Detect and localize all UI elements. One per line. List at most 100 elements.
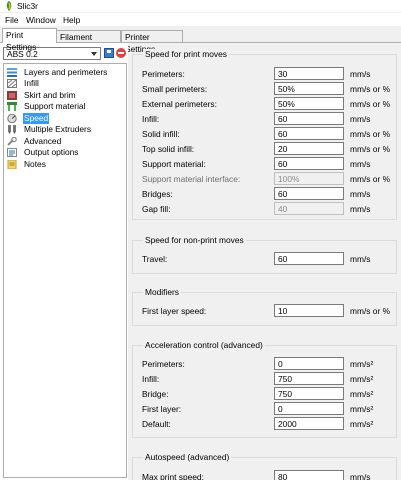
setting-row: Infill: mm/s² (133, 372, 396, 385)
default-acceleration-input[interactable] (274, 417, 344, 430)
setting-label: Bridge: (142, 389, 169, 399)
tree-item-output-options[interactable]: Output options (7, 147, 125, 158)
setting-label: Perimeters: (142, 359, 185, 369)
small-perimeters-speed-input[interactable] (274, 82, 344, 95)
infill-icon (7, 79, 17, 88)
group-modifiers: Modifiers First layer speed: mm/s or % (132, 287, 397, 326)
extruders-icon (8, 125, 16, 134)
solid-infill-speed-input[interactable] (274, 127, 344, 140)
setting-label: Infill: (142, 374, 160, 384)
group-autospeed: Autospeed (advanced) Max print speed: mm… (132, 452, 397, 480)
setting-label: Max print speed: (142, 472, 204, 480)
bridges-speed-input[interactable] (274, 187, 344, 200)
group-title: Autospeed (advanced) (143, 452, 232, 463)
setting-unit: mm/s (350, 159, 371, 169)
travel-speed-input[interactable] (274, 252, 344, 265)
setting-label: Small perimeters: (142, 84, 208, 94)
tree-item-infill[interactable]: Infill (7, 78, 125, 89)
tab-filament-settings[interactable]: Filament Settings (56, 30, 121, 54)
output-icon (7, 148, 17, 157)
save-preset-button[interactable] (104, 48, 114, 58)
tree-label: Advanced (24, 136, 62, 146)
infill-speed-input[interactable] (274, 112, 344, 125)
setting-row: Default: mm/s² (133, 417, 396, 430)
tree-label: Infill (24, 78, 39, 88)
tree-item-layers-and-perimeters[interactable]: Layers and perimeters (7, 67, 125, 78)
tree-label: Layers and perimeters (24, 67, 108, 77)
setting-row: Perimeters: mm/s² (133, 357, 396, 370)
menu-window[interactable]: Window (26, 15, 56, 25)
setting-row: Perimeters: mm/s (133, 67, 396, 80)
support-material-speed-input[interactable] (274, 157, 344, 170)
infill-acceleration-input[interactable] (274, 372, 344, 385)
group-title: Acceleration control (advanced) (143, 340, 265, 351)
support-material-interface-speed-input[interactable] (274, 172, 344, 185)
setting-row: First layer speed: mm/s or % (133, 304, 396, 317)
slic3r-logo-icon (6, 1, 12, 11)
top-solid-infill-speed-input[interactable] (274, 142, 344, 155)
tab-print-settings[interactable]: Print Settings (2, 28, 57, 52)
delete-preset-button[interactable] (116, 48, 126, 58)
first-layer-acceleration-input[interactable] (274, 402, 344, 415)
setting-unit: mm/s² (350, 389, 374, 399)
setting-label: Infill: (142, 114, 160, 124)
setting-unit: mm/s or % (350, 99, 391, 109)
group-title: Modifiers (143, 287, 181, 298)
setting-row: Support material interface: mm/s or % (133, 172, 396, 185)
tree-item-skirt-and-brim[interactable]: Skirt and brim (7, 90, 125, 101)
setting-label: First layer speed: (142, 306, 207, 316)
setting-row: Small perimeters: mm/s or % (133, 82, 396, 95)
setting-label: Bridges: (142, 189, 173, 199)
setting-unit: mm/s (350, 189, 371, 199)
tree-label: Skirt and brim (24, 90, 76, 100)
group-title: Speed for non-print moves (143, 235, 246, 246)
gap-fill-speed-input[interactable] (274, 202, 344, 215)
setting-label: First layer: (142, 404, 182, 414)
perimeters-speed-input[interactable] (274, 67, 344, 80)
notes-icon (7, 160, 17, 169)
setting-row: External perimeters: mm/s or % (133, 97, 396, 110)
setting-unit: mm/s or % (350, 144, 391, 154)
setting-unit: mm/s² (350, 404, 374, 414)
settings-tabs: Print Settings Filament Settings Printer… (0, 28, 401, 54)
tab-printer-settings[interactable]: Printer Settings (121, 30, 183, 54)
setting-unit: mm/s or % (350, 84, 391, 94)
setting-row: Gap fill: mm/s (133, 202, 396, 215)
setting-label: Gap fill: (142, 204, 171, 214)
tree-item-advanced[interactable]: Advanced (7, 136, 125, 147)
setting-row: Bridge: mm/s² (133, 387, 396, 400)
setting-label: Default: (142, 419, 171, 429)
perimeters-acceleration-input[interactable] (274, 357, 344, 370)
group-title: Speed for print moves (143, 49, 229, 60)
setting-unit: mm/s (350, 69, 371, 79)
setting-row: Top solid infill: mm/s or % (133, 142, 396, 155)
setting-label: Top solid infill: (142, 144, 195, 154)
setting-label: External perimeters: (142, 99, 217, 109)
menu-help[interactable]: Help (63, 15, 80, 25)
first-layer-speed-input[interactable] (274, 304, 344, 317)
setting-label: Travel: (142, 254, 168, 264)
tree-label: Notes (24, 159, 46, 169)
tree-label: Multiple Extruders (24, 124, 92, 134)
setting-unit: mm/s (350, 114, 371, 124)
max-print-speed-input[interactable] (274, 470, 344, 480)
setting-unit: mm/s (350, 254, 371, 264)
setting-row: Support material: mm/s (133, 157, 396, 170)
group-acceleration-control: Acceleration control (advanced) Perimete… (132, 340, 397, 438)
external-perimeters-speed-input[interactable] (274, 97, 344, 110)
group-speed-for-non-print-moves: Speed for non-print moves Travel: mm/s (132, 235, 397, 274)
tree-item-multiple-extruders[interactable]: Multiple Extruders (7, 124, 125, 135)
setting-label: Support material interface: (142, 174, 241, 184)
tree-item-speed[interactable]: Speed (7, 113, 125, 124)
bridge-acceleration-input[interactable] (274, 387, 344, 400)
settings-panel: Speed for print moves Perimeters: mm/s S… (128, 43, 401, 480)
tree-item-support-material[interactable]: Support material (7, 101, 125, 112)
setting-label: Support material: (142, 159, 206, 169)
chevron-down-icon (91, 52, 97, 56)
menu-file[interactable]: File (5, 15, 19, 25)
skirt-icon (7, 91, 17, 100)
tree-label: Speed (23, 113, 50, 124)
setting-unit: mm/s or % (350, 174, 391, 184)
title-bar: Slic3r (0, 0, 401, 12)
tree-item-notes[interactable]: Notes (7, 159, 125, 170)
